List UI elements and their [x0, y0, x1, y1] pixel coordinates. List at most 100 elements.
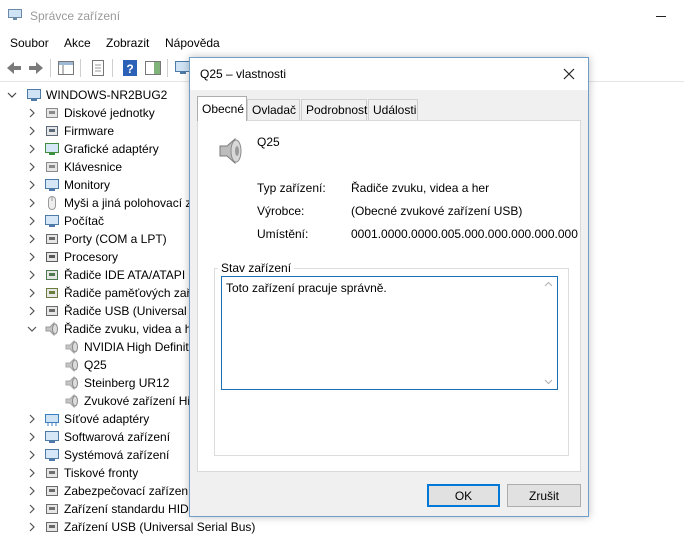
properties-icon[interactable]: [88, 58, 108, 78]
dialog-title: Q25 – vlastnosti: [200, 67, 287, 81]
chevron-down-icon[interactable]: [26, 323, 38, 335]
menu-napoveda[interactable]: Nápověda: [165, 36, 220, 50]
tree-item-label: Firmware: [64, 124, 114, 138]
storage-controller-icon: [46, 288, 58, 298]
chevron-right-icon[interactable]: [26, 521, 38, 533]
minimize-button[interactable]: [648, 8, 672, 24]
tab-udalosti[interactable]: Události: [368, 99, 418, 120]
software-device-icon: [45, 431, 59, 443]
port-icon: [46, 234, 58, 244]
tab-ovladac[interactable]: Ovladač: [247, 99, 300, 120]
action-pane-icon[interactable]: [143, 58, 163, 78]
chevron-right-icon[interactable]: [26, 161, 38, 173]
help-icon[interactable]: ?: [120, 58, 140, 78]
tree-item-label: Softwarová zařízení: [64, 430, 171, 444]
printer-icon: [46, 468, 58, 478]
chevron-right-icon[interactable]: [26, 305, 38, 317]
usb-device-icon: [46, 522, 58, 532]
general-tab-panel: Q25 Typ zařízení: Řadiče zvuku, videa a …: [197, 120, 581, 472]
speaker-icon: [65, 375, 78, 391]
manufacturer-value: (Obecné zvukové zařízení USB): [351, 204, 523, 218]
tree-item-label: Klávesnice: [64, 160, 123, 174]
tree-item-label: Zařízení USB (Universal Serial Bus): [64, 520, 256, 534]
window-titlebar: Správce zařízení: [0, 0, 684, 32]
tree-item-label: Procesory: [64, 250, 119, 264]
tree-item-label: Řadiče IDE ATA/ATAPI: [64, 268, 186, 282]
location-value: 0001.0000.0000.005.000.000.000.000.000: [351, 227, 578, 241]
properties-dialog: Q25 – vlastnosti Obecné Ovladač Podrobno…: [189, 57, 589, 517]
chevron-right-icon[interactable]: [26, 179, 38, 191]
tree-item-label: Monitory: [64, 178, 111, 192]
close-icon[interactable]: [558, 64, 580, 84]
menu-zobrazit[interactable]: Zobrazit: [106, 36, 149, 50]
chevron-right-icon[interactable]: [26, 233, 38, 245]
scroll-down-icon[interactable]: [544, 379, 553, 385]
chevron-right-icon[interactable]: [26, 143, 38, 155]
scroll-up-icon[interactable]: [544, 281, 553, 287]
ok-button[interactable]: OK: [427, 484, 500, 507]
show-hide-tree-icon[interactable]: [56, 58, 76, 78]
system-device-icon: [45, 449, 59, 461]
device-type-label: Typ zařízení:: [257, 181, 326, 195]
chevron-right-icon[interactable]: [26, 125, 38, 137]
chevron-right-icon[interactable]: [26, 107, 38, 119]
svg-text:?: ?: [126, 62, 133, 76]
tab-podrobnosti[interactable]: Podrobnosti: [301, 99, 370, 120]
monitor-icon: [45, 179, 59, 191]
chevron-right-icon[interactable]: [26, 485, 38, 497]
device-manager-icon: [8, 9, 22, 20]
tree-item-label: Řadiče USB (Universal Se: [64, 304, 205, 318]
tree-item-label: Zabezpečovací zařízení: [64, 484, 192, 498]
menu-bar: Soubor Akce Zobrazit Nápověda: [0, 32, 684, 54]
tree-item-label: Síťové adaptéry: [64, 412, 150, 426]
network-adapter-icon: [45, 414, 59, 426]
ide-controller-icon: [46, 270, 58, 280]
chevron-right-icon[interactable]: [26, 287, 38, 299]
chevron-right-icon[interactable]: [26, 269, 38, 281]
back-arrow-icon[interactable]: [4, 58, 24, 78]
tree-item[interactable]: Zařízení USB (Universal Serial Bus): [0, 518, 684, 536]
tree-item-label: Zvukové zařízení Hig: [84, 394, 197, 408]
speaker-icon: [65, 393, 78, 409]
tree-item-label: Tiskové fronty: [64, 466, 139, 480]
tree-item-label: Steinberg UR12: [84, 376, 170, 390]
tree-item-label: NVIDIA High Definit: [84, 340, 189, 354]
location-label: Umístění:: [257, 227, 309, 241]
cancel-button[interactable]: Zrušit: [507, 484, 581, 507]
status-scrollbar[interactable]: [540, 277, 557, 389]
chevron-right-icon[interactable]: [26, 251, 38, 263]
chevron-right-icon[interactable]: [26, 413, 38, 425]
speaker-icon: [65, 357, 78, 373]
chevron-right-icon[interactable]: [26, 215, 38, 227]
tree-item-label: Zařízení standardu HID: [64, 502, 189, 516]
tab-obecne[interactable]: Obecné: [197, 96, 247, 121]
tree-root-label: WINDOWS-NR2BUG2: [46, 88, 168, 102]
manufacturer-label: Výrobce:: [257, 204, 305, 218]
speaker-icon: [219, 137, 242, 165]
device-type-value: Řadiče zvuku, videa a her: [351, 181, 490, 195]
tree-item-label: Q25: [84, 358, 107, 372]
chevron-down-icon[interactable]: [6, 89, 18, 101]
chevron-right-icon[interactable]: [26, 431, 38, 443]
device-status-text: Toto zařízení pracuje správně.: [226, 281, 387, 295]
device-status-legend: Stav zařízení: [218, 261, 295, 275]
forward-arrow-icon[interactable]: [26, 58, 46, 78]
device-status-textbox[interactable]: Toto zařízení pracuje správně.: [221, 276, 558, 390]
display-adapter-icon: [45, 143, 59, 155]
menu-akce[interactable]: Akce: [64, 36, 91, 50]
speaker-icon: [65, 339, 78, 355]
keyboard-icon: [46, 162, 58, 172]
chevron-right-icon[interactable]: [26, 467, 38, 479]
tree-item-label: Porty (COM a LPT): [64, 232, 167, 246]
dialog-titlebar: Q25 – vlastnosti: [190, 58, 588, 90]
chevron-right-icon[interactable]: [26, 503, 38, 515]
device-name: Q25: [257, 135, 280, 149]
chevron-right-icon[interactable]: [26, 197, 38, 209]
tree-item-label: Myši a jiná polohovací z: [64, 196, 192, 210]
tree-item-label: Počítač: [64, 214, 105, 228]
menu-soubor[interactable]: Soubor: [10, 36, 49, 50]
tree-item-label: Diskové jednotky: [64, 106, 155, 120]
chevron-right-icon[interactable]: [26, 449, 38, 461]
computer-icon: [27, 89, 41, 101]
firmware-icon: [46, 126, 58, 136]
